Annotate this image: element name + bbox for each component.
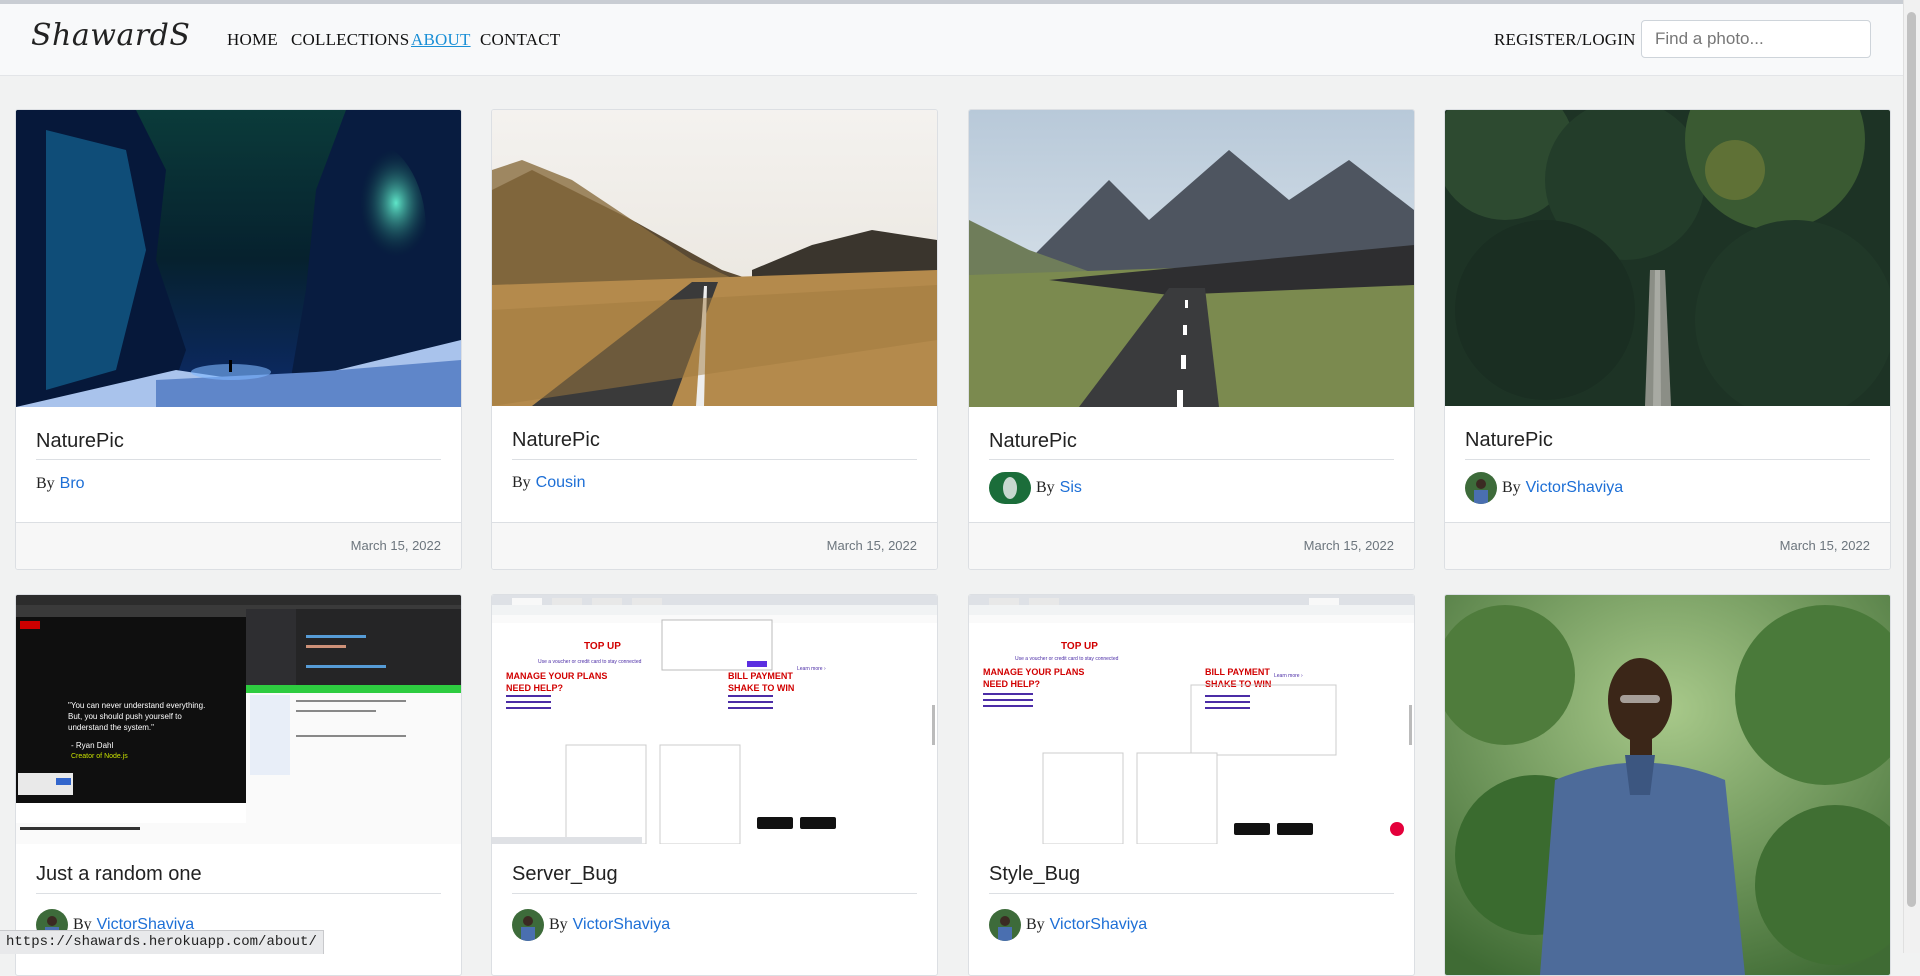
- card-byline: By Bro: [36, 475, 85, 493]
- svg-text:But, you should push yourself: But, you should push yourself to: [68, 712, 182, 721]
- card-divider: [512, 893, 917, 894]
- author-link[interactable]: VictorShaviya: [1050, 916, 1148, 934]
- by-label: By: [1026, 916, 1045, 933]
- svg-text:TOP UP: TOP UP: [584, 641, 621, 652]
- svg-text:SHAKE TO WIN: SHAKE TO WIN: [728, 683, 794, 693]
- card-title: NaturePic: [36, 430, 124, 452]
- svg-text:NEED HELP?: NEED HELP?: [506, 683, 563, 693]
- by-label: By: [512, 474, 531, 491]
- nav-collections[interactable]: COLLECTIONS: [291, 30, 409, 50]
- author-link[interactable]: Bro: [60, 475, 85, 493]
- svg-text:BILL PAYMENT: BILL PAYMENT: [1205, 667, 1270, 677]
- navbar: ShawardS HOME COLLECTIONS ABOUT CONTACT …: [0, 4, 1904, 76]
- svg-text:NEED HELP?: NEED HELP?: [983, 679, 1040, 689]
- author-link[interactable]: VictorShaviya: [573, 916, 671, 934]
- svg-text:BILL PAYMENT: BILL PAYMENT: [728, 671, 793, 681]
- webpage-bug-screenshot[interactable]: TOP UP Use a voucher or credit card to s…: [492, 595, 937, 844]
- portrait-photo[interactable]: [1445, 595, 1890, 975]
- register-login-link[interactable]: REGISTER/LOGIN: [1494, 30, 1636, 50]
- card-title: Server_Bug: [512, 863, 618, 885]
- card-divider: [989, 459, 1394, 460]
- svg-text:Learn more ›: Learn more ›: [1274, 673, 1303, 679]
- card-footer: March 15, 2022: [1445, 522, 1890, 569]
- svg-text:Use a voucher or credit card t: Use a voucher or credit card to stay con…: [1015, 656, 1119, 662]
- svg-text:TOP UP: TOP UP: [1061, 641, 1098, 652]
- svg-text:MANAGE YOUR PLANS: MANAGE YOUR PLANS: [983, 667, 1084, 677]
- card-footer: March 15, 2022: [969, 522, 1414, 569]
- card-footer: March 15, 2022: [16, 522, 461, 569]
- card-byline: By Sis: [989, 472, 1082, 504]
- card-divider: [36, 893, 441, 894]
- avatar: [989, 909, 1021, 941]
- search-input[interactable]: [1641, 20, 1871, 58]
- card-byline: By Cousin: [512, 474, 585, 492]
- svg-text:Use a voucher or credit card t: Use a voucher or credit card to stay con…: [538, 659, 642, 665]
- scrollbar-thumb[interactable]: [1907, 12, 1916, 907]
- brand-logo[interactable]: ShawardS: [31, 18, 190, 53]
- avatar: [989, 472, 1031, 504]
- by-label: By: [1502, 479, 1521, 496]
- card-date: March 15, 2022: [350, 538, 441, 553]
- photo-card[interactable]: TOP UP Use a voucher or credit card to s…: [968, 594, 1415, 976]
- forest-bridge-photo[interactable]: [1445, 110, 1890, 406]
- card-title: NaturePic: [1465, 429, 1553, 451]
- card-footer: March 15, 2022: [492, 522, 937, 569]
- by-label: By: [36, 475, 55, 492]
- by-label: By: [549, 916, 568, 933]
- card-divider: [989, 893, 1394, 894]
- card-divider: [36, 459, 441, 460]
- svg-text:Creator of Node.js: Creator of Node.js: [71, 753, 128, 760]
- by-label: By: [1036, 479, 1055, 496]
- card-title: Just a random one: [36, 863, 202, 885]
- mountain-road-photo[interactable]: [969, 110, 1414, 407]
- code-screenshot-photo[interactable]: "You can never understand everything. Bu…: [16, 595, 461, 844]
- nav-contact[interactable]: CONTACT: [480, 30, 560, 50]
- svg-text:Learn more ›: Learn more ›: [797, 666, 826, 672]
- avatar: [512, 909, 544, 941]
- author-link[interactable]: VictorShaviya: [1526, 479, 1624, 497]
- photo-card[interactable]: NaturePic By Bro March 15, 2022: [15, 109, 462, 570]
- aurora-cave-photo[interactable]: [16, 110, 461, 407]
- webpage-style-screenshot[interactable]: TOP UP Use a voucher or credit card to s…: [969, 595, 1414, 844]
- author-link[interactable]: Cousin: [536, 474, 586, 492]
- card-title: Style_Bug: [989, 863, 1081, 885]
- avatar: [1465, 472, 1497, 504]
- photo-card[interactable]: "You can never understand everything. Bu…: [15, 594, 462, 976]
- svg-text:MANAGE YOUR PLANS: MANAGE YOUR PLANS: [506, 671, 607, 681]
- card-title: NaturePic: [989, 430, 1077, 452]
- svg-text:understand the system.": understand the system.": [68, 723, 154, 732]
- card-date: March 15, 2022: [826, 538, 917, 553]
- photo-card[interactable]: NaturePic By VictorShaviya March 15, 202…: [1444, 109, 1891, 570]
- nav-about[interactable]: ABOUT: [411, 30, 471, 50]
- card-byline: By VictorShaviya: [989, 909, 1147, 941]
- photo-card[interactable]: TOP UP Use a voucher or credit card to s…: [491, 594, 938, 976]
- photo-card[interactable]: NaturePic By Sis March 15, 2022: [968, 109, 1415, 570]
- photo-card[interactable]: [1444, 594, 1891, 976]
- quote-line: "You can never understand everything.: [68, 701, 205, 710]
- author-link[interactable]: Sis: [1060, 479, 1082, 497]
- card-byline: By VictorShaviya: [1465, 472, 1623, 504]
- card-byline: By VictorShaviya: [512, 909, 670, 941]
- card-date: March 15, 2022: [1303, 538, 1394, 553]
- desert-road-photo[interactable]: [492, 110, 937, 406]
- svg-text:SHAKE TO WIN: SHAKE TO WIN: [1205, 679, 1271, 689]
- card-divider: [512, 459, 917, 460]
- card-date: March 15, 2022: [1779, 538, 1870, 553]
- svg-text:- Ryan Dahl: - Ryan Dahl: [71, 741, 113, 750]
- nav-home[interactable]: HOME: [227, 30, 278, 50]
- card-title: NaturePic: [512, 429, 600, 451]
- card-divider: [1465, 459, 1870, 460]
- photo-card[interactable]: NaturePic By Cousin March 15, 2022: [491, 109, 938, 570]
- status-bar-url: https://shawards.herokuapp.com/about/: [0, 930, 324, 954]
- page-scrollbar[interactable]: [1903, 0, 1920, 953]
